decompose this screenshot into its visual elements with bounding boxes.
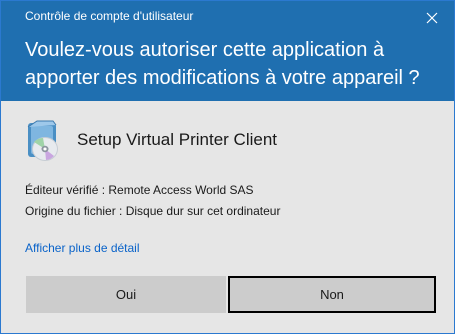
close-icon	[426, 12, 438, 24]
program-name: Setup Virtual Printer Client	[77, 130, 278, 149]
file-origin: Origine du fichier : Disque dur sur cet …	[25, 204, 281, 218]
permission-question: Voulez-vous autoriser cette application …	[25, 39, 420, 89]
verified-publisher: Éditeur vérifié : Remote Access World SA…	[25, 183, 254, 197]
uac-dialog: Contrôle de compte d'utilisateur Voulez-…	[0, 0, 455, 334]
no-button[interactable]: Non	[228, 276, 436, 313]
program-details: Éditeur vérifié : Remote Access World SA…	[25, 180, 280, 222]
installer-cd-icon	[27, 120, 58, 161]
close-button[interactable]	[416, 5, 448, 31]
dialog-header: Contrôle de compte d'utilisateur Voulez-…	[1, 1, 454, 101]
show-more-details-link[interactable]: Afficher plus de détail	[25, 241, 140, 255]
window-title: Contrôle de compte d'utilisateur	[25, 9, 194, 23]
yes-button[interactable]: Oui	[26, 276, 226, 313]
